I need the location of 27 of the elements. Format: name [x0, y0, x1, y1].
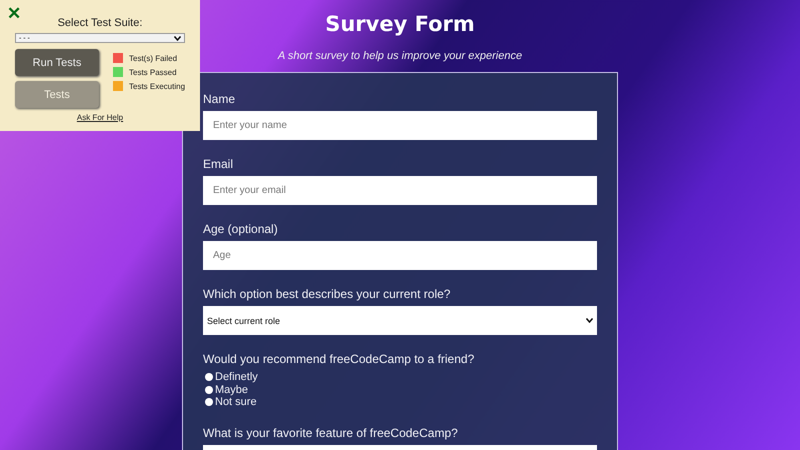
suite-label: Select Test Suite:	[58, 17, 142, 29]
legend-label: Tests Passed	[129, 68, 177, 76]
input-field[interactable]: Enter your name	[203, 111, 597, 140]
radio-option[interactable]: Definetly	[203, 371, 597, 384]
survey-title: Survey Form	[325, 12, 475, 36]
help-link[interactable]: Ask For Help	[76, 113, 124, 122]
radio-option[interactable]: Not sure	[203, 396, 597, 408]
legend-label: Test(s) Failed	[129, 54, 178, 62]
radio-button[interactable]	[205, 386, 213, 394]
radio-button[interactable]	[205, 398, 213, 406]
role-select[interactable]: Select current role	[203, 306, 597, 335]
radio-option[interactable]: Maybe	[203, 384, 597, 396]
caret-icon	[174, 36, 181, 40]
caret-icon	[586, 318, 593, 323]
field-label: Which option best describes your current role?	[203, 287, 452, 301]
legend-label: Tests Executing	[129, 82, 186, 90]
close-icon[interactable]: ✕	[7, 3, 21, 24]
field-label: What is your favorite feature of freeCodeCamp?	[203, 426, 459, 440]
field-label: Email	[203, 157, 234, 171]
field-label: Would you recommend freeCodeCamp to a friend?	[203, 352, 476, 366]
survey-description: A short survey to help us improve your experience	[278, 50, 522, 62]
input-field[interactable]: Enter your email	[203, 176, 597, 205]
field-label: Age (optional)	[203, 222, 279, 236]
radio-button[interactable]	[205, 373, 213, 382]
test-button[interactable]: Run Tests	[15, 49, 99, 76]
field-label: Name	[203, 92, 236, 106]
input-field[interactable]: Age	[203, 241, 597, 270]
